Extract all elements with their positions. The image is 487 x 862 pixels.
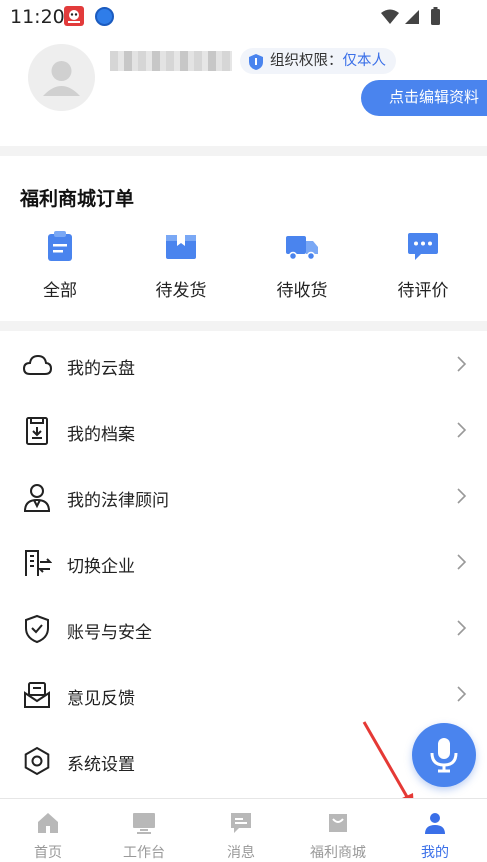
lawyer-icon bbox=[23, 484, 51, 512]
order-to-receive-label: 待收货 bbox=[276, 281, 328, 301]
app-notification-icon bbox=[64, 6, 84, 26]
microphone-icon bbox=[430, 738, 458, 773]
wifi-icon bbox=[381, 9, 399, 24]
desktop-icon bbox=[133, 813, 155, 834]
avatar[interactable] bbox=[28, 44, 95, 111]
settings-icon bbox=[24, 746, 50, 776]
menu-item-legal-advisor[interactable]: 我的法律顾问 bbox=[0, 463, 487, 529]
menu-item-switch-enterprise[interactable]: 切换企业 bbox=[0, 529, 487, 595]
battery-icon bbox=[431, 7, 440, 25]
menu-label-cloud-drive: 我的云盘 bbox=[67, 359, 135, 379]
permission-chip: 组织权限：仅本人 bbox=[240, 48, 396, 74]
order-to-review-label: 待评价 bbox=[397, 281, 449, 301]
menu-item-cloud-drive[interactable]: 我的云盘 bbox=[0, 331, 487, 397]
menu-label-switch-enterprise: 切换企业 bbox=[67, 557, 135, 577]
feedback-icon bbox=[24, 682, 50, 708]
tab-label-mall: 福利商城 bbox=[310, 845, 366, 861]
chat-bubble-icon bbox=[408, 233, 438, 260]
user-name-blurred bbox=[110, 51, 232, 71]
menu-item-account-security[interactable]: 账号与安全 bbox=[0, 595, 487, 661]
status-indicators bbox=[379, 7, 449, 31]
tab-home[interactable]: 首页 bbox=[8, 799, 88, 862]
tab-label-mine: 我的 bbox=[421, 845, 449, 861]
profile-header: 组织权限：仅本人 点击编辑资料 bbox=[0, 34, 487, 146]
permission-label: 组织权限： bbox=[270, 53, 343, 69]
cloud-icon bbox=[22, 354, 52, 375]
menu-item-archive[interactable]: 我的档案 bbox=[0, 397, 487, 463]
tab-mall[interactable]: 福利商城 bbox=[298, 799, 378, 862]
edit-profile-button[interactable]: 点击编辑资料 bbox=[361, 80, 487, 116]
menu-label-legal-advisor: 我的法律顾问 bbox=[67, 491, 169, 511]
message-icon bbox=[231, 813, 251, 833]
order-all-button[interactable]: 全部 bbox=[15, 230, 105, 302]
tab-workbench[interactable]: 工作台 bbox=[104, 799, 184, 862]
section-divider bbox=[0, 321, 487, 331]
status-time: 11:20 bbox=[10, 6, 65, 28]
clipboard-icon bbox=[48, 231, 72, 261]
order-to-review-button[interactable]: 待评价 bbox=[378, 230, 468, 302]
chevron-right-icon bbox=[457, 356, 467, 372]
signal-icon bbox=[405, 10, 419, 24]
order-all-label: 全部 bbox=[43, 281, 77, 301]
order-to-receive-button[interactable]: 待收货 bbox=[257, 230, 347, 302]
shield-icon bbox=[248, 53, 264, 79]
section-divider bbox=[0, 146, 487, 156]
clock-app-icon bbox=[95, 7, 114, 26]
permission-value: 仅本人 bbox=[342, 53, 387, 69]
chevron-right-icon bbox=[457, 554, 467, 570]
truck-icon bbox=[286, 236, 318, 261]
voice-assistant-button[interactable] bbox=[412, 723, 476, 787]
tab-label-messages: 消息 bbox=[227, 845, 255, 861]
user-icon bbox=[425, 813, 445, 834]
chevron-right-icon bbox=[457, 422, 467, 438]
orders-title: 福利商城订单 bbox=[20, 188, 135, 210]
chevron-right-icon bbox=[457, 488, 467, 504]
tab-mine[interactable]: 我的 bbox=[395, 799, 475, 862]
menu-label-account-security: 账号与安全 bbox=[67, 623, 152, 643]
chevron-right-icon bbox=[457, 686, 467, 702]
status-bar: 11:20 bbox=[0, 0, 487, 34]
menu-label-archive: 我的档案 bbox=[67, 425, 135, 445]
menu-label-feedback: 意见反馈 bbox=[67, 689, 135, 709]
switch-enterprise-icon bbox=[25, 550, 52, 576]
tab-messages[interactable]: 消息 bbox=[201, 799, 281, 862]
home-icon bbox=[38, 813, 58, 833]
chevron-right-icon bbox=[457, 620, 467, 636]
bottom-tab-bar: 首页 工作台 消息 福利商城 我的 bbox=[0, 798, 487, 862]
mall-orders-section: 福利商城订单 全部 待发货 待收货 待评价 bbox=[0, 156, 487, 321]
shield-check-icon bbox=[25, 614, 49, 644]
box-icon bbox=[166, 235, 196, 259]
order-to-ship-label: 待发货 bbox=[155, 281, 207, 301]
tab-label-workbench: 工作台 bbox=[123, 845, 165, 861]
mall-icon bbox=[329, 814, 347, 832]
order-to-ship-button[interactable]: 待发货 bbox=[136, 230, 226, 302]
default-avatar-icon bbox=[43, 61, 80, 96]
tab-label-home: 首页 bbox=[34, 845, 62, 861]
archive-icon bbox=[26, 417, 48, 445]
menu-label-system-settings: 系统设置 bbox=[67, 755, 135, 775]
